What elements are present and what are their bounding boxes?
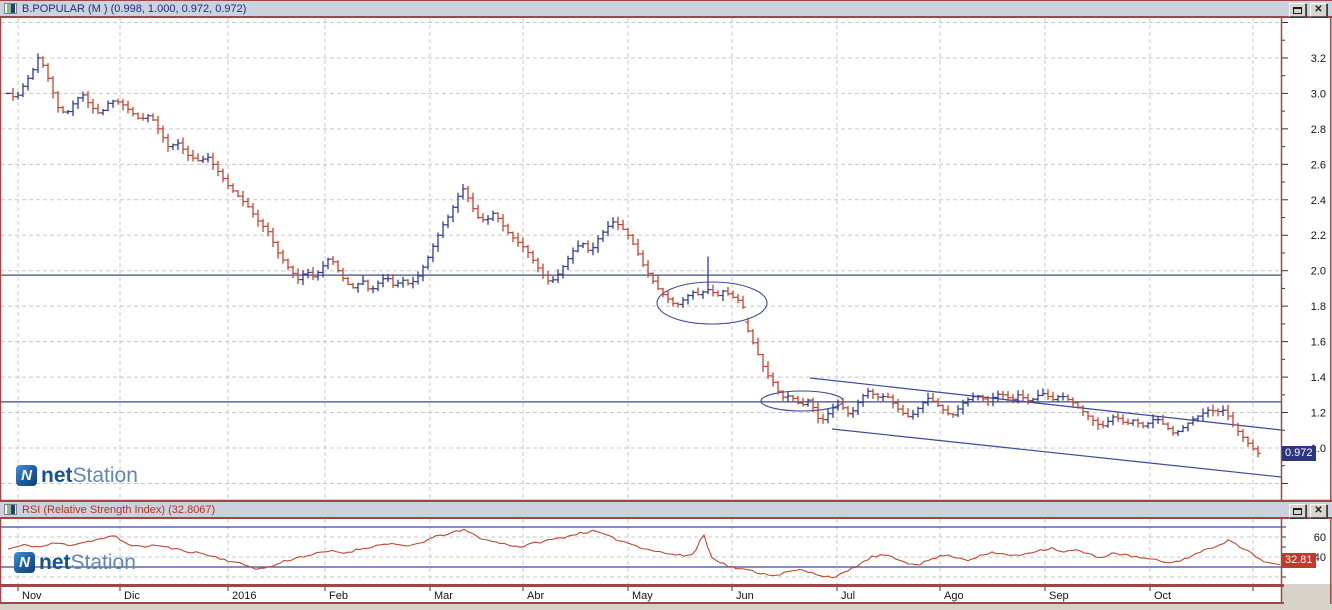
close-icon: ✕ [1314,4,1323,15]
main-chart-title: B.POPULAR (M ) (0.998, 1.000, 0.972, 0.9… [22,2,247,15]
rsi-value-tag: 32.81 [1282,553,1316,568]
rsi-axis-label: 60 [1314,532,1326,544]
price-axis-label: 2.6 [1311,159,1326,171]
price-axis-label: 1.8 [1311,301,1326,313]
maximize-icon [1293,6,1302,14]
rsi-panel-title: RSI (Relative Strength Index) (32.8067) [22,503,216,516]
x-axis-label: Nov [22,590,42,602]
price-axis-label: 1.4 [1311,372,1326,384]
close-button[interactable]: ✕ [1310,3,1327,17]
chart-icon [4,3,17,14]
x-axis-label: Sep [1049,590,1069,602]
x-axis-label: May [632,590,653,602]
netstation-window: N netStation N netStation 3.2 3.0 2.8 2.6 2.… [0,0,1332,610]
maximize-icon [1293,507,1302,515]
price-axis-label: 1.6 [1311,337,1326,349]
price-axis-label: 2.4 [1311,195,1326,207]
price-axis-label: 2.0 [1311,266,1326,278]
x-axis-label: Feb [329,590,348,602]
x-axis-label: Jun [736,590,754,602]
x-axis-label: Dic [124,590,140,602]
main-chart-titlebar[interactable]: B.POPULAR (M ) (0.998, 1.000, 0.972, 0.9… [0,0,1332,18]
rsi-axis-label: 40 [1314,552,1326,564]
maximize-button[interactable] [1289,3,1306,17]
close-icon: ✕ [1314,505,1323,516]
rsi-close-button[interactable]: ✕ [1310,504,1327,518]
last-price-tag: 0.972 [1282,446,1316,461]
price-axis-label: 2.8 [1311,124,1326,136]
price-axis-label: 3.0 [1311,88,1326,100]
x-axis-label: Ago [944,590,964,602]
x-axis-label: 2016 [232,590,256,602]
x-axis-label: Jul [841,590,855,602]
chart-icon [4,504,17,515]
x-axis-label: Oct [1154,590,1171,602]
rsi-maximize-button[interactable] [1289,504,1306,518]
price-axis-label: 2.2 [1311,230,1326,242]
price-axis-label: 1.2 [1311,408,1326,420]
price-axis-label: 3.2 [1311,53,1326,65]
x-axis-label: Abr [527,590,544,602]
rsi-panel-titlebar[interactable]: RSI (Relative Strength Index) (32.8067) … [0,501,1332,519]
x-axis-label: Mar [434,590,453,602]
